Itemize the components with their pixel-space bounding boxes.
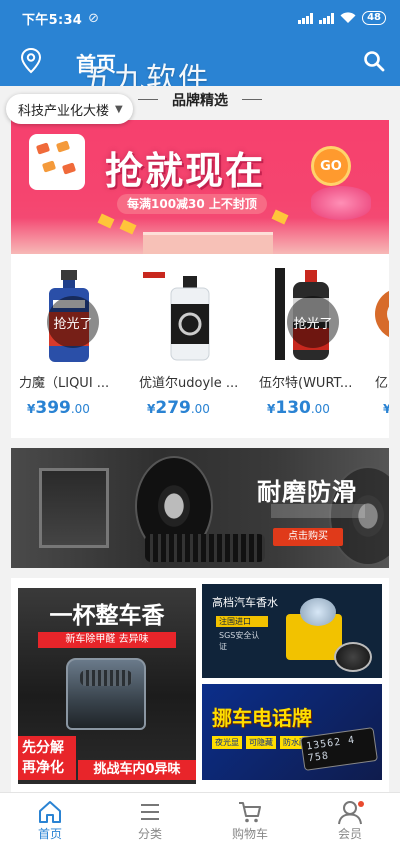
product-price: ¥130.00 <box>267 398 330 418</box>
product-carousel[interactable]: 抢光了 力魔（LIQUI ... ¥399.00 优道尔udoyle ... ¥… <box>11 254 389 438</box>
product-name: 亿力... <box>375 376 389 391</box>
caret-down-icon: ▼ <box>115 103 123 115</box>
location-label: 科技产业化大楼 <box>18 103 110 119</box>
banner-pedestal <box>311 186 371 220</box>
air-purifier-card[interactable]: 一杯整车香 新车除甲醛 去异味 先分解 再净化 挑战车内0异味 <box>18 588 196 784</box>
status-bar: 下午5:34 ⊘ 48 <box>0 0 400 36</box>
product-image <box>375 290 389 338</box>
product-price: ¥399.00 <box>27 398 90 418</box>
product-name: 伍尔特(WURT... <box>259 376 353 391</box>
tire-banner[interactable]: 耐磨防滑 点击购买 <box>11 448 389 568</box>
card-headline: 高档汽车香水 <box>212 596 278 609</box>
product-card[interactable]: 抢光了 力魔（LIQUI ... ¥399.00 <box>11 254 131 438</box>
signal-1-icon <box>298 12 314 24</box>
section-title: 品牌精选 <box>138 90 262 110</box>
tire-banner-title: 耐磨防滑 <box>257 478 357 506</box>
product-card[interactable]: 亿力... ¥59 <box>367 254 389 438</box>
promo-grid: 一杯整车香 新车除甲醛 去异味 先分解 再净化 挑战车内0异味 高档汽车香水 注国… <box>11 578 389 792</box>
card-feature: 注国进口 <box>216 616 268 627</box>
status-time: 下午5:34 <box>22 12 83 28</box>
sync-off-icon: ⊘ <box>88 10 100 26</box>
banner-headline: 抢就现在 <box>105 149 266 193</box>
tab-category[interactable]: 分类 <box>100 793 200 842</box>
banner-subtitle: 每满100减30 上不封顶 <box>117 194 267 214</box>
banner-stage <box>143 232 273 254</box>
gift-box-icon <box>29 134 85 190</box>
cart-icon <box>239 802 261 823</box>
card-headline: 挪车电话牌 <box>212 706 312 730</box>
tab-home[interactable]: 首页 <box>0 793 100 842</box>
promo-banner[interactable]: 抢就现在 每满100减30 上不封顶 GO <box>11 120 389 254</box>
sold-out-badge: 抢光了 <box>287 296 339 348</box>
product-card[interactable]: 优道尔udoyle ... ¥279.00 <box>131 254 251 438</box>
perfume-cup-image <box>334 642 372 672</box>
tab-cart[interactable]: 购物车 <box>200 793 300 842</box>
notification-dot <box>358 801 364 807</box>
product-price: ¥279.00 <box>147 398 210 418</box>
product-card[interactable]: 抢光了 伍尔特(WURT... ¥130.00 <box>251 254 371 438</box>
sold-out-badge: 抢光了 <box>47 296 99 348</box>
card-tag: 新车除甲醛 去异味 <box>38 632 176 648</box>
banner-door-image <box>39 468 109 548</box>
list-icon <box>141 804 159 820</box>
card-slogan: 挑战车内0异味 <box>78 760 196 780</box>
air-purifier-image <box>66 658 146 730</box>
location-selector[interactable]: 科技产业化大楼 ▼ <box>6 94 133 124</box>
car-perfume-card[interactable]: 高档汽车香水 注国进口 SGS安全认证 <box>202 584 382 678</box>
card-feature-list: 注国进口 SGS安全认证 <box>216 616 268 655</box>
wifi-icon <box>340 12 356 23</box>
tab-label: 首页 <box>37 827 62 841</box>
status-icons: 48 <box>298 11 386 25</box>
battery-icon: 48 <box>362 11 386 25</box>
app-header: 首页 五九软件 <box>0 36 400 97</box>
card-tag: 夜光显 <box>212 736 242 749</box>
card-tag: 可隐藏 <box>246 736 276 749</box>
phone-plate-image: 13562 4 758 <box>299 727 379 771</box>
tire-tread-image <box>145 534 265 562</box>
product-name: 优道尔udoyle ... <box>139 376 239 391</box>
tab-label: 分类 <box>137 827 162 841</box>
parking-plate-card[interactable]: 挪车电话牌 夜光显 可隐藏 防水耐用 13562 4 758 <box>202 684 382 780</box>
product-name: 力魔（LIQUI ... <box>19 376 110 391</box>
tab-member[interactable]: 会员 <box>300 793 400 842</box>
tab-label: 会员 <box>337 827 362 841</box>
product-image <box>143 272 210 361</box>
home-content[interactable]: 科技产业化大楼 ▼ 品牌精选 抢就现在 每满100减30 上不封顶 GO 抢光了… <box>0 86 400 792</box>
signal-2-icon <box>319 12 335 24</box>
go-badge[interactable]: GO <box>311 146 351 186</box>
tire-banner-subtitle <box>271 504 365 518</box>
search-icon[interactable] <box>362 49 386 73</box>
card-red-label: 先分解 再净化 <box>18 736 76 780</box>
tab-label: 购物车 <box>231 827 268 841</box>
card-headline: 一杯整车香 <box>49 603 165 629</box>
home-icon <box>39 801 61 823</box>
card-feature: SGS安全认证 <box>219 631 260 651</box>
location-pin-icon[interactable] <box>20 48 42 74</box>
product-price: ¥59 <box>383 402 389 416</box>
buy-now-button[interactable]: 点击购买 <box>273 528 343 546</box>
bottom-tab-bar: 首页 分类 购物车 会员 <box>0 792 400 842</box>
